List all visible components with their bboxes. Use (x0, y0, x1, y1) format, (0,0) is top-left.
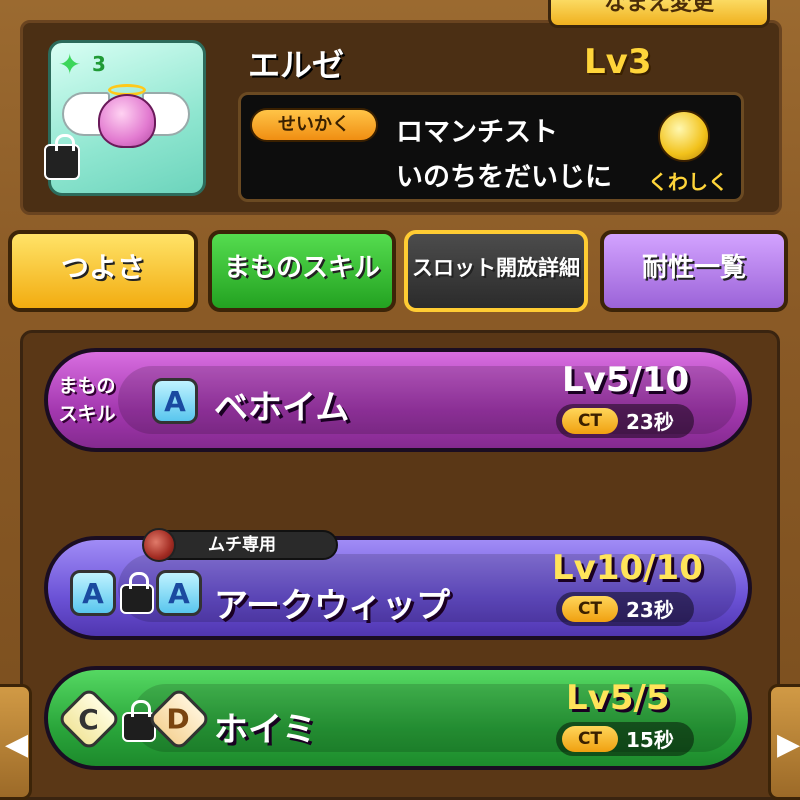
rank-a-badge: A (70, 570, 116, 616)
skill-level: Lv5/5 (566, 678, 670, 718)
rename-button[interactable]: なまえ変更 (548, 0, 770, 28)
ct-value: 23秒 (626, 410, 674, 434)
magnifier-icon (658, 110, 710, 162)
cooldown-pill: CT 23秒 (556, 592, 694, 626)
skill-name: ホイミ (214, 710, 316, 750)
sparkle-icon: ✦ (58, 48, 82, 81)
skill-level: Lv5/10 (562, 360, 690, 400)
cooldown-pill: CT 23秒 (556, 404, 694, 438)
tab-monster-skill[interactable]: まものスキル (208, 230, 396, 312)
arrow-right-icon: ▶ (777, 727, 800, 762)
personality-name: ロマンチスト (396, 117, 558, 148)
next-button[interactable]: ▶ (768, 684, 800, 800)
monster-skill-category-label: まもの スキル (58, 375, 116, 425)
previous-button[interactable]: ◀ (0, 684, 32, 800)
personality-tag: せいかく (250, 108, 378, 142)
ct-value: 15秒 (626, 728, 674, 752)
ct-badge: CT (562, 596, 618, 622)
ct-value: 23秒 (626, 598, 674, 622)
rank-a-badge: A (152, 378, 198, 424)
lock-icon[interactable] (44, 134, 80, 180)
cooldown-pill: CT 15秒 (556, 722, 694, 756)
skill-name: アークウィップ (214, 586, 450, 626)
arrow-left-icon: ◀ (5, 727, 29, 762)
skill-level: Lv10/10 (552, 548, 703, 588)
tab-resistance-list[interactable]: 耐性一覧 (600, 230, 788, 312)
whip-icon (142, 528, 176, 562)
detail-label: くわしく (648, 170, 728, 194)
character-name: エルゼ (248, 46, 345, 84)
angel-slime-sprite (98, 94, 156, 148)
lock-icon (120, 572, 154, 614)
tab-strength[interactable]: つよさ (8, 230, 198, 312)
character-level: Lv3 (584, 42, 652, 82)
star-count: 3 (92, 52, 106, 76)
rank-a-badge: A (156, 570, 202, 616)
ct-badge: CT (562, 408, 618, 434)
ct-badge: CT (562, 726, 618, 752)
tab-slot-details[interactable]: スロット開放詳細 (404, 230, 588, 312)
skill-name: ベホイム (214, 388, 350, 428)
detail-button[interactable]: くわしく (648, 110, 728, 194)
battle-strategy: いのちをだいじに (396, 162, 612, 193)
